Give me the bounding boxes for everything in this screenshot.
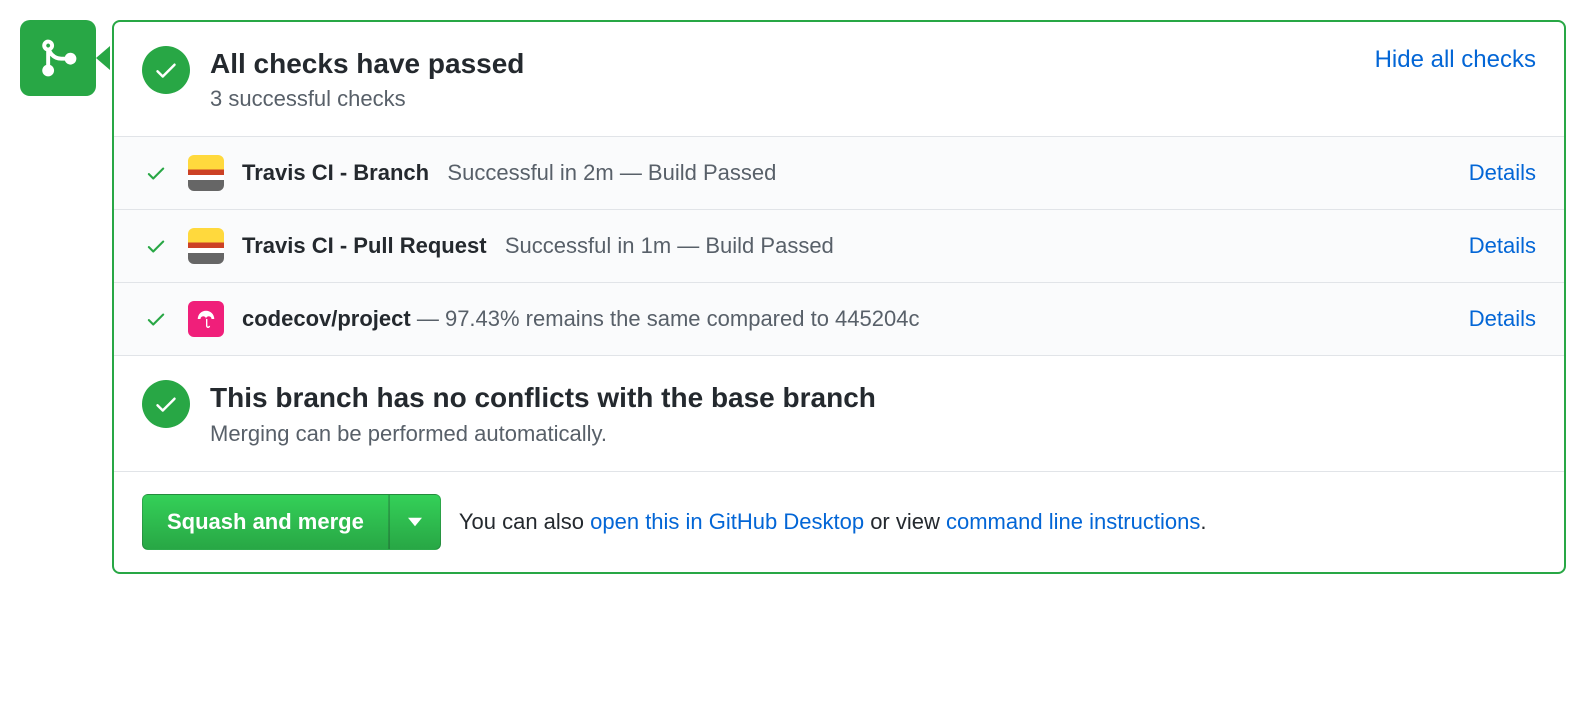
details-link[interactable]: Details (1469, 160, 1536, 186)
conflicts-subtitle: Merging can be performed automatically. (210, 421, 1536, 447)
checks-list: Travis CI - Branch Successful in 2m — Bu… (114, 136, 1564, 356)
check-success-icon (145, 235, 167, 257)
check-icon (153, 391, 179, 417)
merge-help-text: You can also open this in GitHub Desktop… (459, 509, 1207, 535)
merge-footer: Squash and merge You can also open this … (114, 471, 1564, 572)
caret-down-icon (408, 517, 422, 527)
checks-title: All checks have passed (210, 46, 1355, 82)
check-status: — 97.43% remains the same compared to 44… (417, 306, 920, 331)
merge-timeline-badge (20, 20, 96, 96)
check-status: Successful in 1m — Build Passed (505, 233, 834, 258)
check-row: codecov/project — 97.43% remains the sam… (114, 283, 1564, 356)
details-link[interactable]: Details (1469, 233, 1536, 259)
merge-status-box: All checks have passed 3 successful chec… (112, 20, 1566, 574)
hide-checks-link[interactable]: Hide all checks (1375, 46, 1536, 74)
travis-avatar (188, 228, 224, 264)
check-status: Successful in 2m — Build Passed (447, 160, 776, 185)
check-success-icon (145, 162, 167, 184)
umbrella-icon (195, 308, 217, 330)
check-row: Travis CI - Branch Successful in 2m — Bu… (114, 137, 1564, 210)
codecov-avatar (188, 301, 224, 337)
cli-instructions-link[interactable]: command line instructions (946, 509, 1200, 534)
check-icon (153, 57, 179, 83)
status-success-circle (142, 380, 190, 428)
open-desktop-link[interactable]: open this in GitHub Desktop (590, 509, 864, 534)
checks-subtitle: 3 successful checks (210, 86, 1355, 112)
merge-dropdown-button[interactable] (389, 494, 441, 550)
checks-header: All checks have passed 3 successful chec… (114, 22, 1564, 136)
check-row: Travis CI - Pull Request Successful in 1… (114, 210, 1564, 283)
check-name: codecov/project (242, 306, 411, 331)
squash-merge-button[interactable]: Squash and merge (142, 494, 389, 550)
git-merge-icon (37, 37, 79, 79)
travis-avatar (188, 155, 224, 191)
check-name: Travis CI - Branch (242, 160, 429, 185)
status-success-circle (142, 46, 190, 94)
check-success-icon (145, 308, 167, 330)
check-name: Travis CI - Pull Request (242, 233, 487, 258)
details-link[interactable]: Details (1469, 306, 1536, 332)
conflicts-section: This branch has no conflicts with the ba… (114, 356, 1564, 470)
conflicts-title: This branch has no conflicts with the ba… (210, 380, 1536, 416)
